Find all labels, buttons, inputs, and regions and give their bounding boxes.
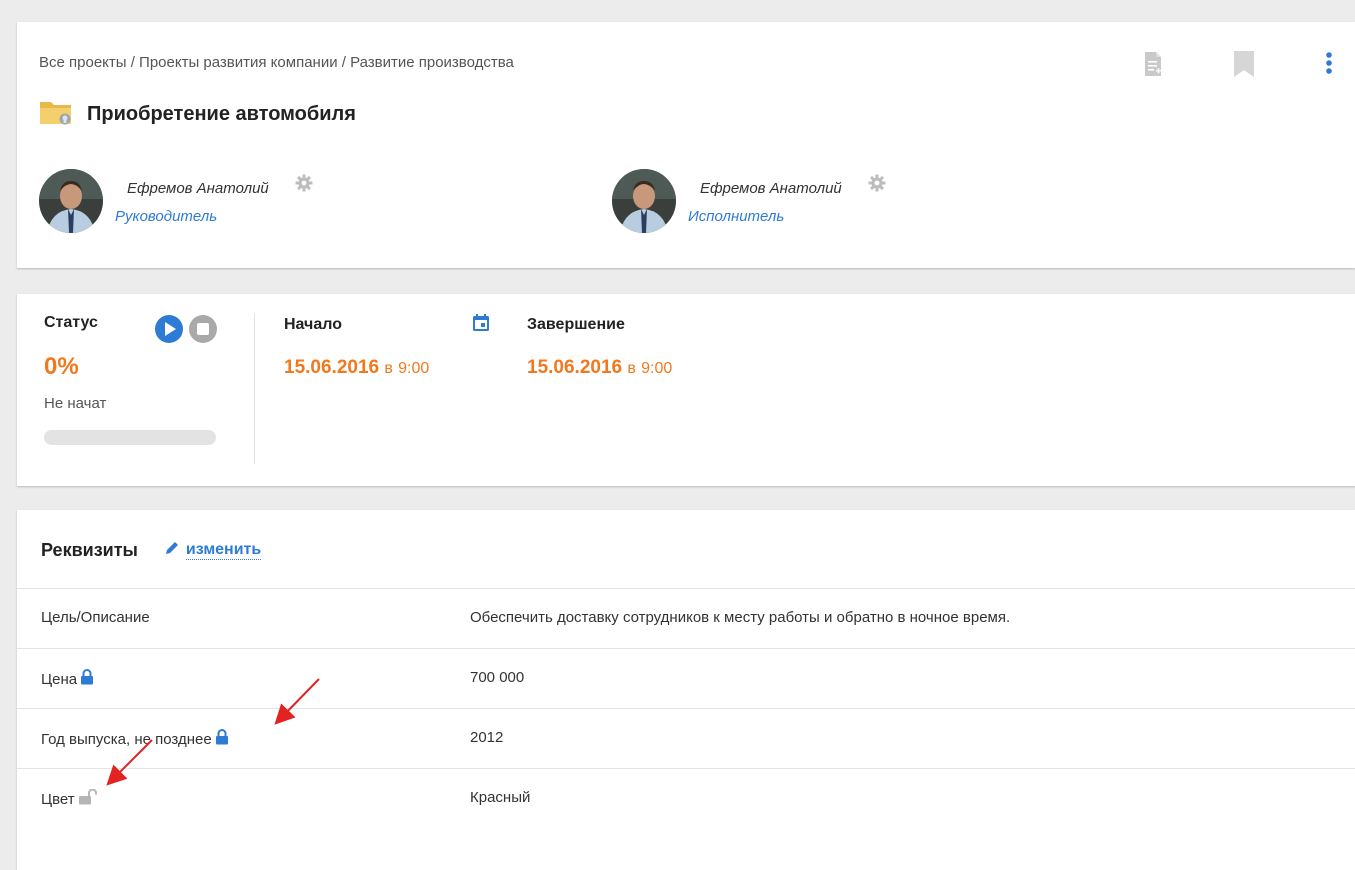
requisites-title: Реквизиты bbox=[41, 540, 138, 560]
lock-icon[interactable] bbox=[215, 729, 229, 749]
calendar-icon[interactable] bbox=[472, 314, 490, 337]
document-icon[interactable] bbox=[1143, 51, 1163, 77]
table-row: Цена 700 000 bbox=[17, 648, 1355, 708]
person-info: Ефремов Анатолий bbox=[688, 169, 886, 225]
row-label: Цвет bbox=[41, 788, 98, 809]
progress-bar bbox=[44, 430, 216, 445]
gear-icon[interactable] bbox=[868, 174, 886, 197]
folder-icon bbox=[39, 98, 87, 131]
title-row: Приобретение автомобиля bbox=[39, 98, 356, 131]
gear-icon[interactable] bbox=[295, 174, 313, 197]
edit-link[interactable]: изменить bbox=[164, 540, 262, 561]
status-text: Не начат bbox=[44, 395, 107, 412]
requisites-card: Реквизиты изменить Цель/Описание Обеспеч… bbox=[17, 510, 1355, 870]
row-label-text: Цель/Описание bbox=[41, 609, 150, 626]
row-label-text: Цвет bbox=[41, 790, 75, 808]
start-date-value: 15.06.2016 bbox=[284, 357, 380, 378]
person-role-link[interactable]: Руководитель bbox=[115, 208, 313, 225]
row-label: Цель/Описание bbox=[41, 609, 150, 626]
table-row: Цель/Описание Обеспечить доставку сотруд… bbox=[17, 588, 1355, 648]
row-value: Обеспечить доставку сотрудников к месту … bbox=[470, 609, 1011, 626]
more-vert-icon[interactable] bbox=[1325, 51, 1333, 77]
person-executor: Ефремов Анатолий Исполнитель bbox=[612, 169, 886, 235]
breadcrumb-text[interactable]: Все проекты / Проекты развития компании … bbox=[39, 54, 514, 71]
start-date: 15.06.2016 в 9:00 bbox=[284, 357, 429, 379]
person-info: Ефремов Анатолий bbox=[115, 169, 313, 225]
status-card: Статус 0% Не начат Начало 15.06.2016 в 9… bbox=[17, 294, 1355, 486]
table-row: Год выпуска, не позднее 2012 bbox=[17, 708, 1355, 768]
row-label-text: Год выпуска, не позднее bbox=[41, 730, 212, 748]
status-buttons bbox=[154, 314, 222, 344]
avatar[interactable] bbox=[39, 169, 103, 233]
avatar[interactable] bbox=[612, 169, 676, 233]
start-date-column: Начало 15.06.2016 в 9:00 bbox=[284, 316, 429, 379]
edit-link-label[interactable]: изменить bbox=[185, 541, 262, 560]
row-label: Цена bbox=[41, 669, 94, 689]
person-name: Ефремов Анатолий bbox=[700, 179, 842, 197]
row-value: Красный bbox=[470, 789, 531, 806]
start-time-value: 9:00 bbox=[398, 360, 430, 377]
end-date-sep: в bbox=[627, 360, 636, 377]
requisites-header: Реквизиты изменить bbox=[41, 540, 262, 561]
bookmark-icon[interactable] bbox=[1233, 50, 1255, 78]
status-column: Статус 0% Не начат bbox=[44, 314, 234, 445]
breadcrumb[interactable]: Все проекты / Проекты развития компании … bbox=[39, 54, 514, 71]
row-label-text: Цена bbox=[41, 670, 78, 688]
header-actions bbox=[1073, 50, 1333, 78]
stop-button[interactable] bbox=[188, 314, 218, 344]
end-date-column: Завершение 15.06.2016 в 9:00 bbox=[527, 316, 672, 379]
requisites-table: Цель/Описание Обеспечить доставку сотруд… bbox=[17, 588, 1355, 828]
unlock-icon[interactable] bbox=[78, 788, 98, 809]
end-time-value: 9:00 bbox=[641, 360, 673, 377]
person-name: Ефремов Анатолий bbox=[127, 179, 269, 197]
lock-icon[interactable] bbox=[80, 669, 94, 689]
end-date-value: 15.06.2016 bbox=[527, 357, 623, 378]
pencil-icon[interactable] bbox=[164, 540, 180, 561]
row-value: 700 000 bbox=[470, 669, 525, 686]
table-row: Цвет Красный bbox=[17, 768, 1355, 828]
page-title: Приобретение автомобиля bbox=[87, 103, 356, 125]
progress-percent: 0% bbox=[44, 353, 79, 380]
person-role-link[interactable]: Исполнитель bbox=[688, 208, 886, 225]
end-label: Завершение bbox=[527, 316, 625, 333]
start-date-sep: в bbox=[384, 360, 393, 377]
row-value: 2012 bbox=[470, 729, 504, 746]
divider bbox=[254, 314, 255, 464]
person-manager: Ефремов Анатолий Руководитель bbox=[39, 169, 313, 235]
row-label: Год выпуска, не позднее bbox=[41, 729, 229, 749]
end-date: 15.06.2016 в 9:00 bbox=[527, 357, 672, 379]
start-label: Начало bbox=[284, 316, 342, 333]
project-header-card: Все проекты / Проекты развития компании … bbox=[17, 22, 1355, 268]
play-button[interactable] bbox=[154, 314, 184, 344]
